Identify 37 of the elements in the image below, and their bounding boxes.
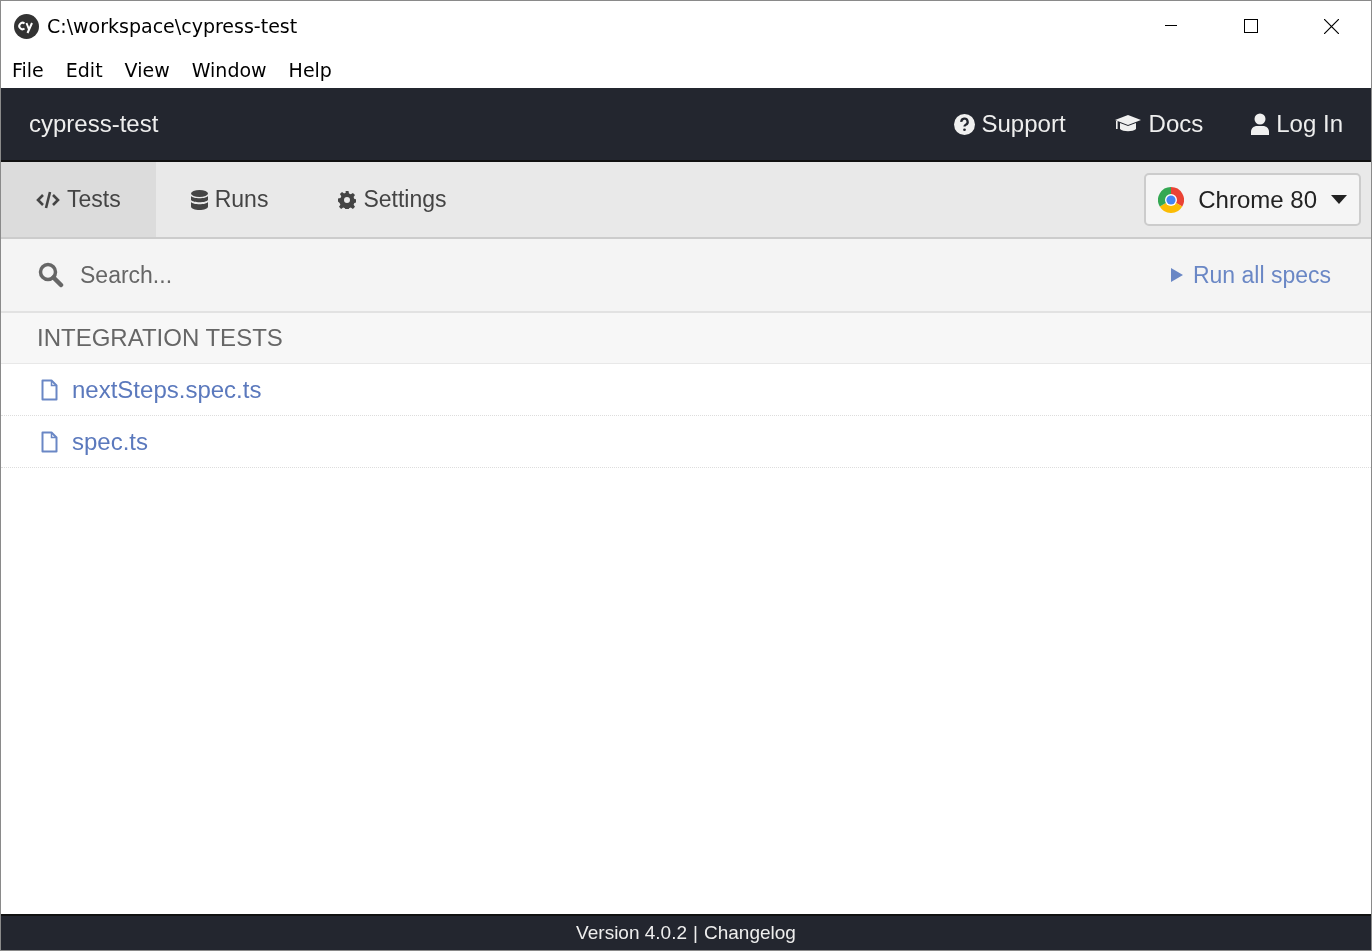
menu-item[interactable]: Window — [184, 58, 274, 81]
caret-icon — [1331, 195, 1347, 204]
code-icon — [36, 190, 60, 209]
app-logo-icon — [14, 13, 39, 39]
changelog-link[interactable]: Changelog — [703, 922, 796, 944]
tab[interactable]: Runs — [155, 162, 304, 237]
maximize-icon — [1244, 19, 1258, 33]
window-title: C:\workspace\cypress-test — [47, 15, 299, 37]
minimize-icon — [1165, 25, 1177, 27]
file-icon — [41, 430, 58, 453]
login-link[interactable]: Log In — [1251, 110, 1343, 138]
version-text: Version 4.0.2 — [576, 922, 688, 944]
tab[interactable]: Settings — [303, 162, 482, 237]
tab[interactable]: Tests — [1, 162, 156, 237]
menu-item[interactable]: Edit — [58, 58, 110, 81]
menu-item[interactable]: Help — [281, 58, 339, 81]
search-field[interactable]: Search... — [80, 261, 480, 289]
project-name: cypress-test — [29, 110, 160, 138]
spec-file-item[interactable]: spec.ts — [1, 416, 1371, 468]
help-icon — [953, 113, 975, 135]
close-icon — [1323, 18, 1339, 34]
file-icon — [41, 378, 58, 401]
user-icon — [1251, 113, 1270, 135]
docs-link[interactable]: Docs — [1113, 110, 1204, 138]
play-icon — [1170, 268, 1183, 282]
search-icon — [38, 262, 64, 288]
menu-item[interactable]: View — [117, 58, 177, 81]
gear-icon — [338, 190, 357, 209]
separator-text: | — [693, 922, 698, 944]
browser-dropdown[interactable]: Chrome 80 — [1144, 173, 1361, 226]
menu-item[interactable]: File — [5, 58, 51, 81]
graduation-cap-icon — [1113, 114, 1142, 134]
chrome-logo-icon — [1158, 186, 1185, 213]
section-heading: INTEGRATION TESTS — [1, 313, 1371, 364]
database-icon — [190, 189, 208, 210]
spec-file-item[interactable]: nextSteps.spec.ts — [1, 364, 1371, 416]
support-link[interactable]: Support — [953, 110, 1066, 138]
